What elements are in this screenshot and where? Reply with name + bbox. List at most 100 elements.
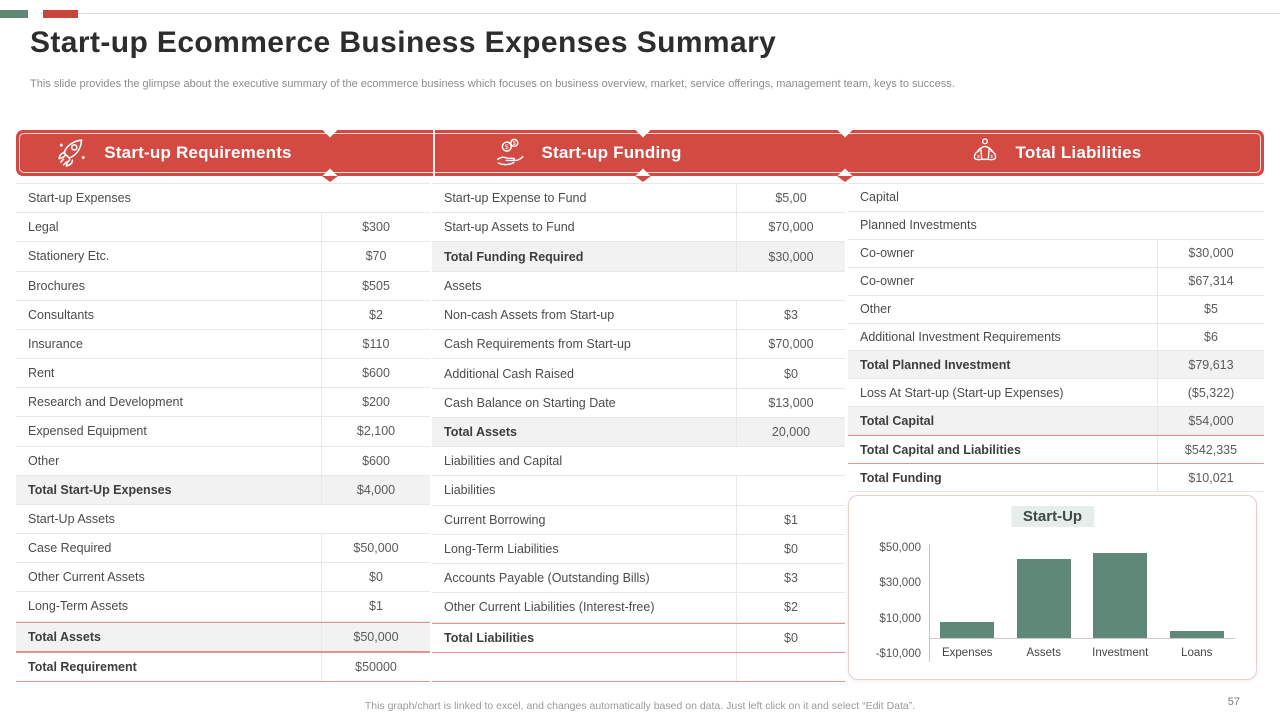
- row-value: $600: [321, 359, 430, 387]
- row-value: $505: [321, 272, 430, 300]
- tables-area: Start-up ExpensesLegal$300Stationery Etc…: [16, 183, 1264, 681]
- table-row: Total Liabilities$0: [432, 623, 845, 653]
- table-row: Total Funding Required$30,000: [432, 242, 845, 271]
- row-label: Start-Up Assets: [16, 505, 430, 533]
- slide: Start-up Ecommerce Business Expenses Sum…: [0, 0, 1280, 720]
- slide-subtitle: This slide provides the glimpse about th…: [30, 78, 955, 90]
- row-label: Other: [16, 447, 321, 475]
- table-row: Total Assets$50,000: [16, 622, 430, 652]
- table-row: Long-Term Assets$1: [16, 592, 430, 621]
- row-value: $13,000: [736, 389, 845, 417]
- row-value: $30,000: [736, 242, 845, 270]
- row-value: $30,000: [1157, 240, 1264, 267]
- page-title: Start-up Ecommerce Business Expenses Sum…: [30, 26, 776, 60]
- table-row: Consultants$2: [16, 301, 430, 330]
- tab-label: Start-up Requirements: [104, 143, 291, 163]
- row-label: Rent: [16, 359, 321, 387]
- table-row: Total Assets20,000: [432, 418, 845, 447]
- row-value: $4,000: [321, 476, 430, 504]
- row-value: $2: [321, 301, 430, 329]
- row-label: Total Funding: [848, 464, 1157, 491]
- row-value: $300: [321, 213, 430, 241]
- table-row: Loss At Start-up (Start-up Expenses)($5,…: [848, 379, 1264, 407]
- row-value: $110: [321, 330, 430, 358]
- table-row: Start-up Expenses: [16, 184, 430, 213]
- row-value: $70,000: [736, 330, 845, 358]
- table-row: Start-up Assets to Fund$70,000: [432, 213, 845, 242]
- row-value: $0: [736, 359, 845, 387]
- table-row: Long-Term Liabilities$0: [432, 535, 845, 564]
- ribbon-band: Start-up Requirements $ $ Start-up Fundi…: [16, 130, 1264, 176]
- chart-bar: [1017, 559, 1071, 639]
- row-label: Insurance: [16, 330, 321, 358]
- table-row: Total Capital$54,000: [848, 407, 1264, 435]
- row-value: $1: [321, 592, 430, 620]
- row-value: $5: [1157, 296, 1264, 323]
- x-axis-label: Assets: [1006, 647, 1083, 659]
- row-value: $0: [736, 535, 845, 563]
- row-label: Cash Balance on Starting Date: [432, 389, 736, 417]
- deco-bar-red: [43, 10, 78, 18]
- table-row: Brochures$505: [16, 272, 430, 301]
- row-label: Total Capital: [848, 407, 1157, 434]
- row-label: Start-up Expenses: [16, 184, 430, 212]
- coins-hand-icon: $ $: [493, 136, 527, 170]
- y-axis-tick: -$10,000: [849, 648, 921, 660]
- row-label: Other Current Assets: [16, 563, 321, 591]
- row-label: Accounts Payable (Outstanding Bills): [432, 564, 736, 592]
- row-label: Liabilities and Capital: [432, 447, 845, 475]
- row-label: Consultants: [16, 301, 321, 329]
- table-row: Expensed Equipment$2,100: [16, 417, 430, 446]
- startup-chart[interactable]: Start-Up $50,000$30,000$10,000-$10,000Ex…: [848, 495, 1257, 680]
- table-row: Other Current Liabilities (Interest-free…: [432, 593, 845, 622]
- table-row: Cash Balance on Starting Date$13,000: [432, 389, 845, 418]
- svg-text:$: $: [505, 144, 509, 151]
- row-value: $0: [321, 563, 430, 591]
- row-label: Additional Investment Requirements: [848, 324, 1157, 351]
- row-value: ($5,322): [1157, 379, 1264, 406]
- row-value: $54,000: [1157, 407, 1264, 434]
- ribbon-divider-line: [433, 130, 435, 176]
- table-row: Rent$600: [16, 359, 430, 388]
- table-row: Start-Up Assets: [16, 505, 430, 534]
- row-value: $67,314: [1157, 268, 1264, 295]
- top-divider-line: [40, 13, 1280, 14]
- table-row: Start-up Expense to Fund$5,00: [432, 184, 845, 213]
- row-value: $3: [736, 301, 845, 329]
- deco-bar-teal: [0, 10, 28, 18]
- table-row: Total Start-Up Expenses$4,000: [16, 476, 430, 505]
- row-value: $50,000: [321, 623, 430, 651]
- page-number: 57: [1228, 696, 1240, 708]
- row-label: Stationery Etc.: [16, 242, 321, 270]
- x-axis-label: Expenses: [929, 647, 1006, 659]
- row-label: Other Current Liabilities (Interest-free…: [432, 593, 736, 621]
- row-value: $5,00: [736, 184, 845, 212]
- table-row: Legal$300: [16, 213, 430, 242]
- tab-startup-funding: $ $ Start-up Funding: [330, 130, 845, 176]
- table-row: Additional Cash Raised$0: [432, 359, 845, 388]
- y-axis-line: [929, 544, 930, 662]
- row-label: Current Borrowing: [432, 506, 736, 534]
- ribbon-fold: [635, 176, 651, 182]
- ribbon-fold: [837, 176, 853, 182]
- svg-text:$: $: [990, 154, 993, 160]
- table-row: Planned Investments: [848, 212, 1264, 240]
- row-value: $200: [321, 388, 430, 416]
- row-label: Capital: [848, 184, 1264, 211]
- rocket-icon: [54, 135, 90, 171]
- row-value: $70,000: [736, 213, 845, 241]
- chart-plot-area: $50,000$30,000$10,000-$10,000ExpensesAss…: [849, 496, 1256, 679]
- y-axis-tick: $30,000: [849, 577, 921, 589]
- row-label: Long-Term Assets: [16, 592, 321, 620]
- row-label: Co-owner: [848, 268, 1157, 295]
- table-startup-requirements: Start-up ExpensesLegal$300Stationery Etc…: [16, 183, 430, 682]
- table-row: Co-owner$30,000: [848, 240, 1264, 268]
- table-row: Case Required$50,000: [16, 534, 430, 563]
- row-label: Cash Requirements from Start-up: [432, 330, 736, 358]
- row-label: Start-up Assets to Fund: [432, 213, 736, 241]
- row-label: Total Liabilities: [432, 624, 736, 652]
- table-row: Co-owner$67,314: [848, 268, 1264, 296]
- row-label: Other: [848, 296, 1157, 323]
- table-row: [432, 653, 845, 682]
- person-moneybags-icon: $ $: [968, 136, 1002, 170]
